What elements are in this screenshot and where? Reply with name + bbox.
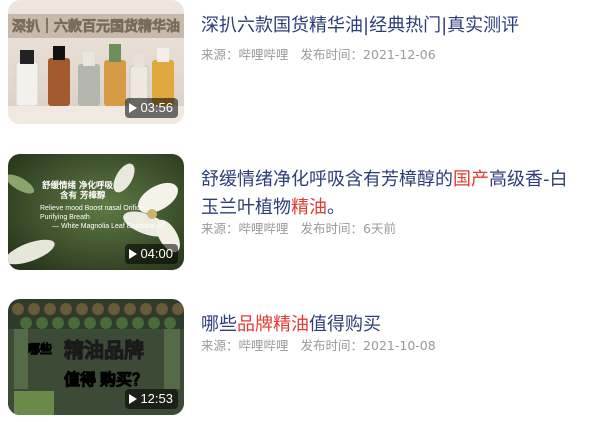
- play-icon: [129, 249, 138, 259]
- title-segment: 舒缓情绪净化呼吸含有芳樟醇的: [201, 169, 453, 190]
- thumbnail-caption: 含有 芳樟醇: [59, 190, 106, 201]
- publish-time: 6天前: [363, 221, 396, 236]
- publish-time-label: 发布时间：: [300, 338, 364, 353]
- duration-text: 12:53: [140, 391, 173, 406]
- video-thumbnail[interactable]: 哪些 精油品牌 值得 购买？ 12:53: [8, 299, 184, 415]
- title-segment: 。: [327, 197, 345, 218]
- thumbnail-caption: 购买？: [100, 370, 148, 389]
- duration-text: 04:00: [140, 246, 173, 261]
- duration-text: 03:56: [140, 100, 173, 115]
- thumbnail-caption: 值得: [64, 370, 96, 389]
- source-name: 哔哩哔哩: [238, 221, 289, 236]
- duration-badge: 03:56: [125, 98, 178, 118]
- thumbnail-caption: — White Magnolia Leaf Essential oil: [52, 223, 164, 230]
- video-thumbnail[interactable]: 舒缓情绪 净化呼吸 含有 芳樟醇 Relieve mood Boost nasa…: [8, 154, 184, 270]
- title-keyword-highlight: 精油: [291, 197, 327, 218]
- publish-time-label: 发布时间：: [300, 221, 364, 236]
- video-title[interactable]: 深扒六款国货精华油|经典热门|真实测评: [201, 12, 581, 40]
- title-keyword-highlight: 品牌精油: [237, 314, 309, 335]
- play-icon: [129, 103, 138, 113]
- thumbnail-caption: Purifying Breath: [40, 214, 90, 221]
- publish-time: 2021-10-08: [363, 338, 436, 353]
- thumbnail-caption: 深扒｜六款百元国货精华油: [12, 18, 180, 35]
- video-title[interactable]: 舒缓情绪净化呼吸含有芳樟醇的国产高级香-白玉兰叶植物精油。: [201, 166, 581, 222]
- thumbnail-caption: Relieve mood Boost nasal Orifice: [40, 205, 144, 212]
- video-meta: 来源：哔哩哔哩 发布时间：6天前: [201, 218, 396, 237]
- publish-time-label: 发布时间：: [300, 47, 364, 62]
- source-label: 来源：: [201, 221, 239, 236]
- video-result-list: 深扒｜六款百元国货精华油 03:56 深扒六款国货精华油|经典热门|真实测评 来…: [0, 0, 592, 422]
- video-meta: 来源：哔哩哔哩 发布时间：2021-10-08: [201, 335, 436, 354]
- source-label: 来源：: [201, 338, 239, 353]
- video-meta: 来源：哔哩哔哩 发布时间：2021-12-06: [201, 44, 436, 63]
- title-segment: 值得购买: [309, 314, 381, 335]
- thumbnail-caption: 哪些: [28, 341, 52, 356]
- title-segment: 哪些: [201, 314, 237, 335]
- title-keyword-highlight: 国产: [453, 169, 489, 190]
- duration-badge: 04:00: [125, 244, 178, 264]
- publish-time: 2021-12-06: [363, 47, 436, 62]
- source-name: 哔哩哔哩: [238, 338, 289, 353]
- source-name: 哔哩哔哩: [238, 47, 289, 62]
- source-label: 来源：: [201, 47, 239, 62]
- thumbnail-caption: 舒缓情绪 净化呼吸: [41, 180, 113, 191]
- duration-badge: 12:53: [125, 389, 178, 409]
- play-icon: [129, 394, 138, 404]
- thumbnail-caption: 精油品牌: [64, 338, 144, 362]
- video-thumbnail[interactable]: 深扒｜六款百元国货精华油 03:56: [8, 0, 184, 124]
